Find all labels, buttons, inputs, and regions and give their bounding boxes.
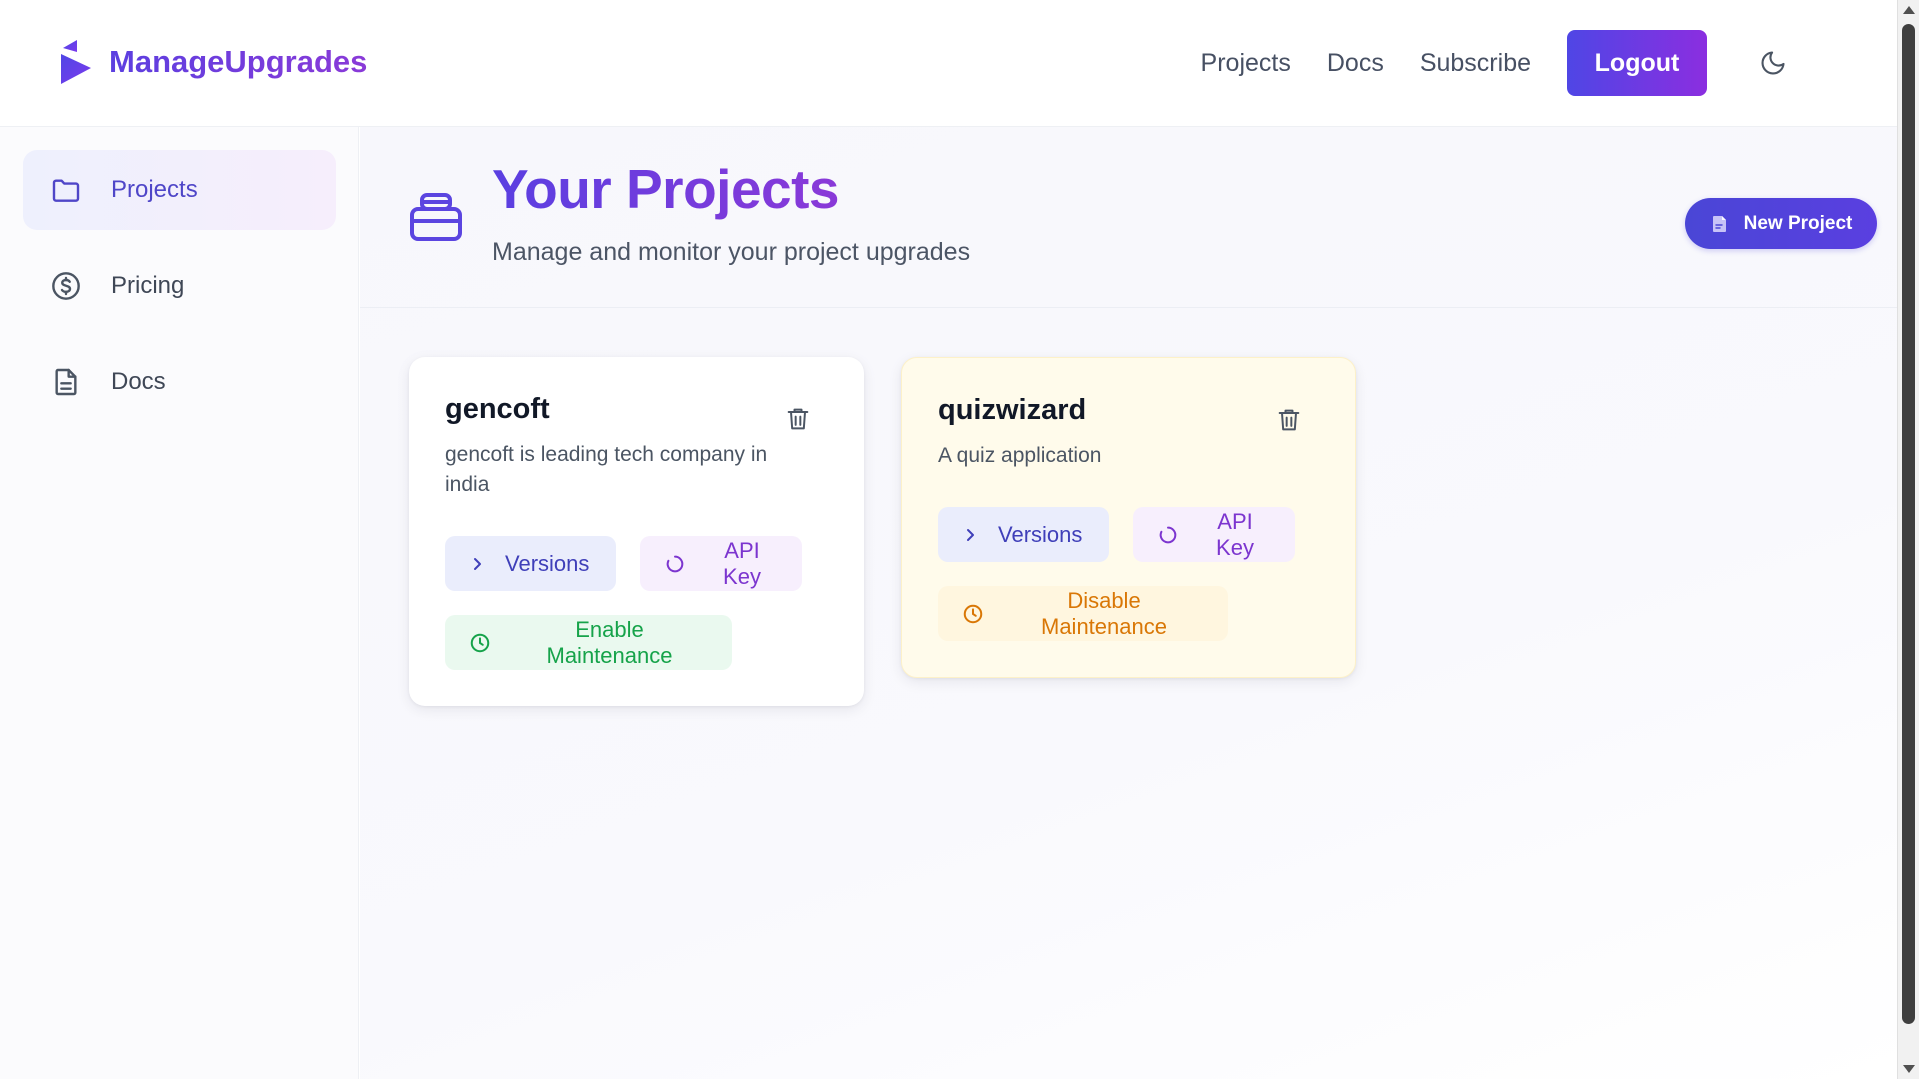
api-key-label: API Key: [723, 537, 761, 589]
versions-label: Versions: [998, 521, 1083, 547]
page-header: Your Projects Manage and monitor your pr…: [360, 127, 1897, 308]
chevron-right-icon: [962, 527, 978, 543]
project-description: gencoft is leading tech company in india: [445, 443, 768, 496]
clock-icon: [469, 632, 491, 654]
scrollbar-thumb[interactable]: [1902, 24, 1915, 1024]
trash-icon[interactable]: [784, 405, 814, 435]
trash-icon[interactable]: [1275, 406, 1305, 436]
enable-maintenance-button[interactable]: Enable Maintenance: [445, 615, 732, 670]
moon-icon: [1761, 51, 1785, 75]
main-content: Your Projects Manage and monitor your pr…: [360, 127, 1897, 1079]
versions-button[interactable]: Versions: [938, 507, 1109, 562]
logout-button[interactable]: Logout: [1567, 30, 1707, 96]
sidebar-item-label: Projects: [111, 176, 198, 203]
dollar-circle-icon: [49, 269, 83, 303]
scroll-up-arrow-icon[interactable]: [1903, 6, 1915, 14]
versions-button[interactable]: Versions: [445, 536, 616, 591]
sidebar-item-docs[interactable]: Docs: [23, 342, 336, 422]
page-scrollbar[interactable]: [1897, 0, 1919, 1079]
maintenance-label: Enable Maintenance: [546, 616, 673, 668]
sidebar-item-pricing[interactable]: Pricing: [23, 246, 336, 326]
project-card: quizwizard A quiz application Versions A…: [901, 357, 1356, 678]
brand-logo-icon: [61, 40, 91, 84]
project-name: quizwizard: [938, 394, 1087, 426]
disable-maintenance-button[interactable]: Disable Maintenance: [938, 586, 1228, 641]
api-key-button[interactable]: API Key: [640, 536, 802, 591]
sidebar-item-label: Pricing: [111, 272, 185, 299]
versions-label: Versions: [505, 550, 590, 576]
loader-icon: [664, 553, 686, 575]
document-icon: [49, 365, 83, 399]
maintenance-label: Disable Maintenance: [1041, 587, 1167, 639]
storage-box-icon: [410, 193, 462, 241]
sidebar-item-label: Docs: [111, 368, 166, 395]
sidebar: Projects Pricing Docs: [0, 127, 359, 1079]
project-description: A quiz application: [938, 444, 1102, 467]
sidebar-item-projects[interactable]: Projects: [23, 150, 336, 230]
top-navbar: ManageUpgrades Projects Docs Subscribe L…: [0, 0, 1897, 127]
project-name: gencoft: [445, 393, 550, 425]
page-title: Your Projects: [492, 158, 840, 220]
brand-name: ManageUpgrades: [109, 44, 368, 79]
top-nav: Projects Docs Subscribe Logout: [1201, 30, 1897, 96]
new-file-icon: [1710, 214, 1730, 234]
card-actions: Versions API Key: [938, 507, 1319, 562]
chevron-right-icon: [469, 556, 485, 572]
card-actions: Versions API Key: [445, 536, 828, 591]
topnav-link-projects[interactable]: Projects: [1201, 49, 1291, 78]
brand[interactable]: ManageUpgrades: [55, 36, 367, 88]
theme-toggle-button[interactable]: [1755, 45, 1791, 81]
new-project-label: New Project: [1743, 212, 1853, 234]
loader-icon: [1157, 524, 1179, 546]
new-project-button[interactable]: New Project: [1685, 198, 1877, 249]
api-key-label: API Key: [1216, 508, 1254, 560]
scroll-down-arrow-icon[interactable]: [1903, 1065, 1915, 1073]
page-subtitle: Manage and monitor your project upgrades: [492, 238, 971, 266]
folder-icon: [49, 173, 83, 207]
api-key-button[interactable]: API Key: [1133, 507, 1295, 562]
clock-icon: [962, 603, 984, 625]
topnav-link-docs[interactable]: Docs: [1327, 49, 1384, 78]
project-card: gencoft gencoft is leading tech company …: [409, 357, 864, 706]
topnav-link-subscribe[interactable]: Subscribe: [1420, 49, 1531, 78]
